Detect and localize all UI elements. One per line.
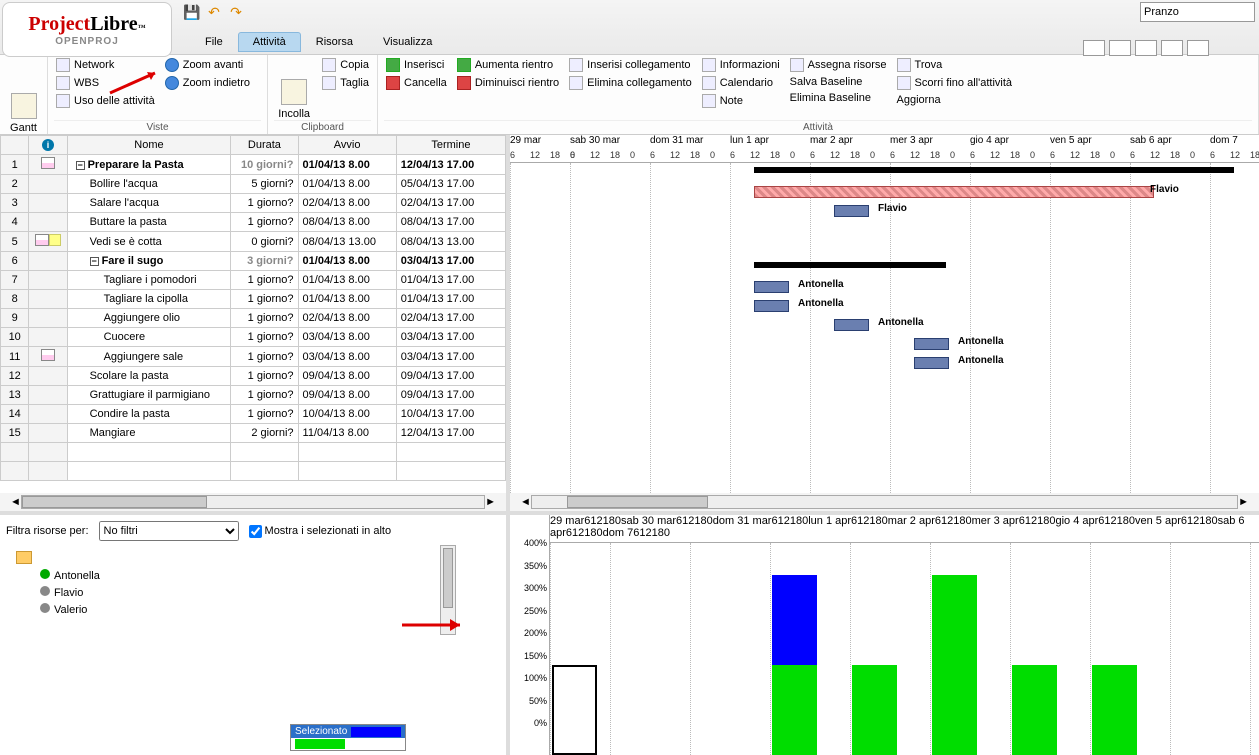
table-row[interactable]: 2 Bollire l'acqua 5 giorni? 01/04/13 8.0… bbox=[1, 175, 506, 194]
resource-item[interactable]: Antonella bbox=[16, 567, 490, 584]
wbs-button[interactable]: WBS bbox=[54, 75, 157, 91]
outdent-button[interactable]: Diminuisci rientro bbox=[455, 75, 561, 91]
link-icon bbox=[569, 58, 583, 72]
gantt-icon bbox=[11, 93, 37, 119]
table-row[interactable]: 14 Condire la pasta 1 giorno? 10/04/13 8… bbox=[1, 405, 506, 424]
table-row[interactable]: 1 −Preparare la Pasta 10 giorni? 01/04/1… bbox=[1, 155, 506, 175]
table-row[interactable]: 6 −Fare il sugo 3 giorni? 01/04/13 8.000… bbox=[1, 252, 506, 271]
zoom-in-icon bbox=[165, 58, 179, 72]
gantt-bar[interactable] bbox=[754, 300, 789, 312]
task-table[interactable]: i Nome Durata Avvio Termine 1 −Preparare… bbox=[0, 135, 506, 481]
table-row[interactable]: 13 Grattugiare il parmigiano 1 giorno? 0… bbox=[1, 386, 506, 405]
resource-vscroll[interactable] bbox=[440, 545, 456, 635]
network-icon bbox=[56, 58, 70, 72]
unlink-icon bbox=[569, 76, 583, 90]
outdent-icon bbox=[457, 76, 471, 90]
histogram[interactable]: 0%50%100%150%200%250%300%350%400% 29 mar… bbox=[510, 515, 1259, 755]
app-logo[interactable]: ProjectLibre™ OPENPROJ bbox=[2, 2, 172, 57]
table-row[interactable]: 7 Tagliare i pomodori 1 giorno? 01/04/13… bbox=[1, 271, 506, 290]
info-icon bbox=[702, 58, 716, 72]
gantt-chart[interactable]: 29 mar612180sab 30 mar612180dom 31 mar61… bbox=[510, 135, 1259, 511]
assign-icon bbox=[790, 58, 804, 72]
calendar-button[interactable]: Calendario bbox=[700, 75, 782, 91]
tab-file[interactable]: File bbox=[190, 32, 238, 52]
assign-button[interactable]: Assegna risorse bbox=[788, 57, 889, 73]
calendar-icon bbox=[702, 76, 716, 90]
wbs-icon bbox=[56, 76, 70, 90]
view-icon-4[interactable] bbox=[1161, 40, 1183, 56]
view-icon-2[interactable] bbox=[1109, 40, 1131, 56]
network-button[interactable]: Network bbox=[54, 57, 157, 73]
table-row[interactable]: 12 Scolare la pasta 1 giorno? 09/04/13 8… bbox=[1, 367, 506, 386]
tab-visualizza[interactable]: Visualizza bbox=[368, 32, 447, 52]
undo-icon[interactable]: ↶ bbox=[206, 4, 222, 20]
paste-button[interactable]: Incolla bbox=[274, 57, 314, 120]
info-col-icon: i bbox=[42, 139, 54, 151]
task-usage-button[interactable]: Uso delle attività bbox=[54, 93, 157, 109]
copy-icon bbox=[322, 58, 336, 72]
plus-icon bbox=[386, 58, 400, 72]
table-row[interactable]: 8 Tagliare la cipolla 1 giorno? 01/04/13… bbox=[1, 290, 506, 309]
gantt-bar[interactable] bbox=[754, 167, 1234, 173]
delete-button[interactable]: Cancella bbox=[384, 75, 449, 91]
filter-label: Filtra risorse per: bbox=[6, 525, 89, 537]
gantt-bar[interactable] bbox=[834, 205, 869, 217]
find-icon bbox=[897, 58, 911, 72]
update-button[interactable]: Aggiorna bbox=[895, 93, 1014, 107]
gantt-bar[interactable] bbox=[754, 262, 946, 268]
view-icon-1[interactable] bbox=[1083, 40, 1105, 56]
note-icon bbox=[702, 94, 716, 108]
paste-icon bbox=[281, 79, 307, 105]
gantt-hscroll[interactable]: ◄► bbox=[510, 493, 1259, 511]
delete-baseline-button[interactable]: Elimina Baseline bbox=[788, 91, 889, 105]
usage-icon bbox=[56, 94, 70, 108]
scroll-to-button[interactable]: Scorri fino all'attività bbox=[895, 75, 1014, 91]
table-row[interactable]: 3 Salare l'acqua 1 giorno? 02/04/13 8.00… bbox=[1, 194, 506, 213]
legend: Selezionato bbox=[290, 724, 406, 751]
tab-attivita[interactable]: Attività bbox=[238, 32, 301, 52]
redo-icon[interactable]: ↷ bbox=[228, 4, 244, 20]
table-row[interactable]: 4 Buttare la pasta 1 giorno? 08/04/13 8.… bbox=[1, 213, 506, 232]
gantt-bar[interactable] bbox=[914, 357, 949, 369]
tab-risorsa[interactable]: Risorsa bbox=[301, 32, 368, 52]
copy-button[interactable]: Copia bbox=[320, 57, 371, 73]
filter-select[interactable]: No filtri bbox=[99, 521, 239, 541]
zoom-in-button[interactable]: Zoom avanti bbox=[163, 57, 252, 73]
table-hscroll[interactable]: ◄► bbox=[0, 493, 506, 511]
resource-item[interactable]: Valerio bbox=[16, 601, 490, 618]
view-icon-3[interactable] bbox=[1135, 40, 1157, 56]
find-button[interactable]: Trova bbox=[895, 57, 1014, 73]
info-button[interactable]: Informazioni bbox=[700, 57, 782, 73]
gantt-bar[interactable] bbox=[914, 338, 949, 350]
save-baseline-button[interactable]: Salva Baseline bbox=[788, 75, 889, 89]
view-icon-5[interactable] bbox=[1187, 40, 1209, 56]
search-input[interactable] bbox=[1140, 2, 1255, 22]
zoom-out-button[interactable]: Zoom indietro bbox=[163, 75, 252, 91]
gantt-bar[interactable] bbox=[754, 281, 789, 293]
table-row[interactable]: 10 Cuocere 1 giorno? 03/04/13 8.0003/04/… bbox=[1, 328, 506, 347]
link-button[interactable]: Inserisi collegamento bbox=[567, 57, 694, 73]
table-row[interactable]: 11 Aggiungere sale 1 giorno? 03/04/13 8.… bbox=[1, 347, 506, 367]
minus-icon bbox=[386, 76, 400, 90]
gantt-bar[interactable] bbox=[834, 319, 869, 331]
insert-button[interactable]: Inserisci bbox=[384, 57, 449, 73]
table-row[interactable]: 5 Vedi se è cotta 0 giorni? 08/04/13 13.… bbox=[1, 232, 506, 252]
scroll-icon bbox=[897, 76, 911, 90]
resource-item[interactable]: Flavio bbox=[16, 584, 490, 601]
indent-icon bbox=[457, 58, 471, 72]
note-button[interactable]: Note bbox=[700, 93, 782, 109]
gantt-button[interactable]: Gantt bbox=[6, 57, 41, 134]
show-selected-checkbox[interactable]: Mostra i selezionati in alto bbox=[249, 525, 392, 538]
save-icon[interactable]: 💾 bbox=[184, 4, 200, 20]
table-row[interactable]: 15 Mangiare 2 giorni? 11/04/13 8.0012/04… bbox=[1, 424, 506, 443]
zoom-out-icon bbox=[165, 76, 179, 90]
indent-button[interactable]: Aumenta rientro bbox=[455, 57, 561, 73]
cut-icon bbox=[322, 76, 336, 90]
table-row[interactable]: 9 Aggiungere olio 1 giorno? 02/04/13 8.0… bbox=[1, 309, 506, 328]
folder-icon bbox=[16, 551, 32, 564]
unlink-button[interactable]: Elimina collegamento bbox=[567, 75, 694, 91]
cut-button[interactable]: Taglia bbox=[320, 75, 371, 91]
gantt-bar[interactable] bbox=[754, 186, 1154, 198]
